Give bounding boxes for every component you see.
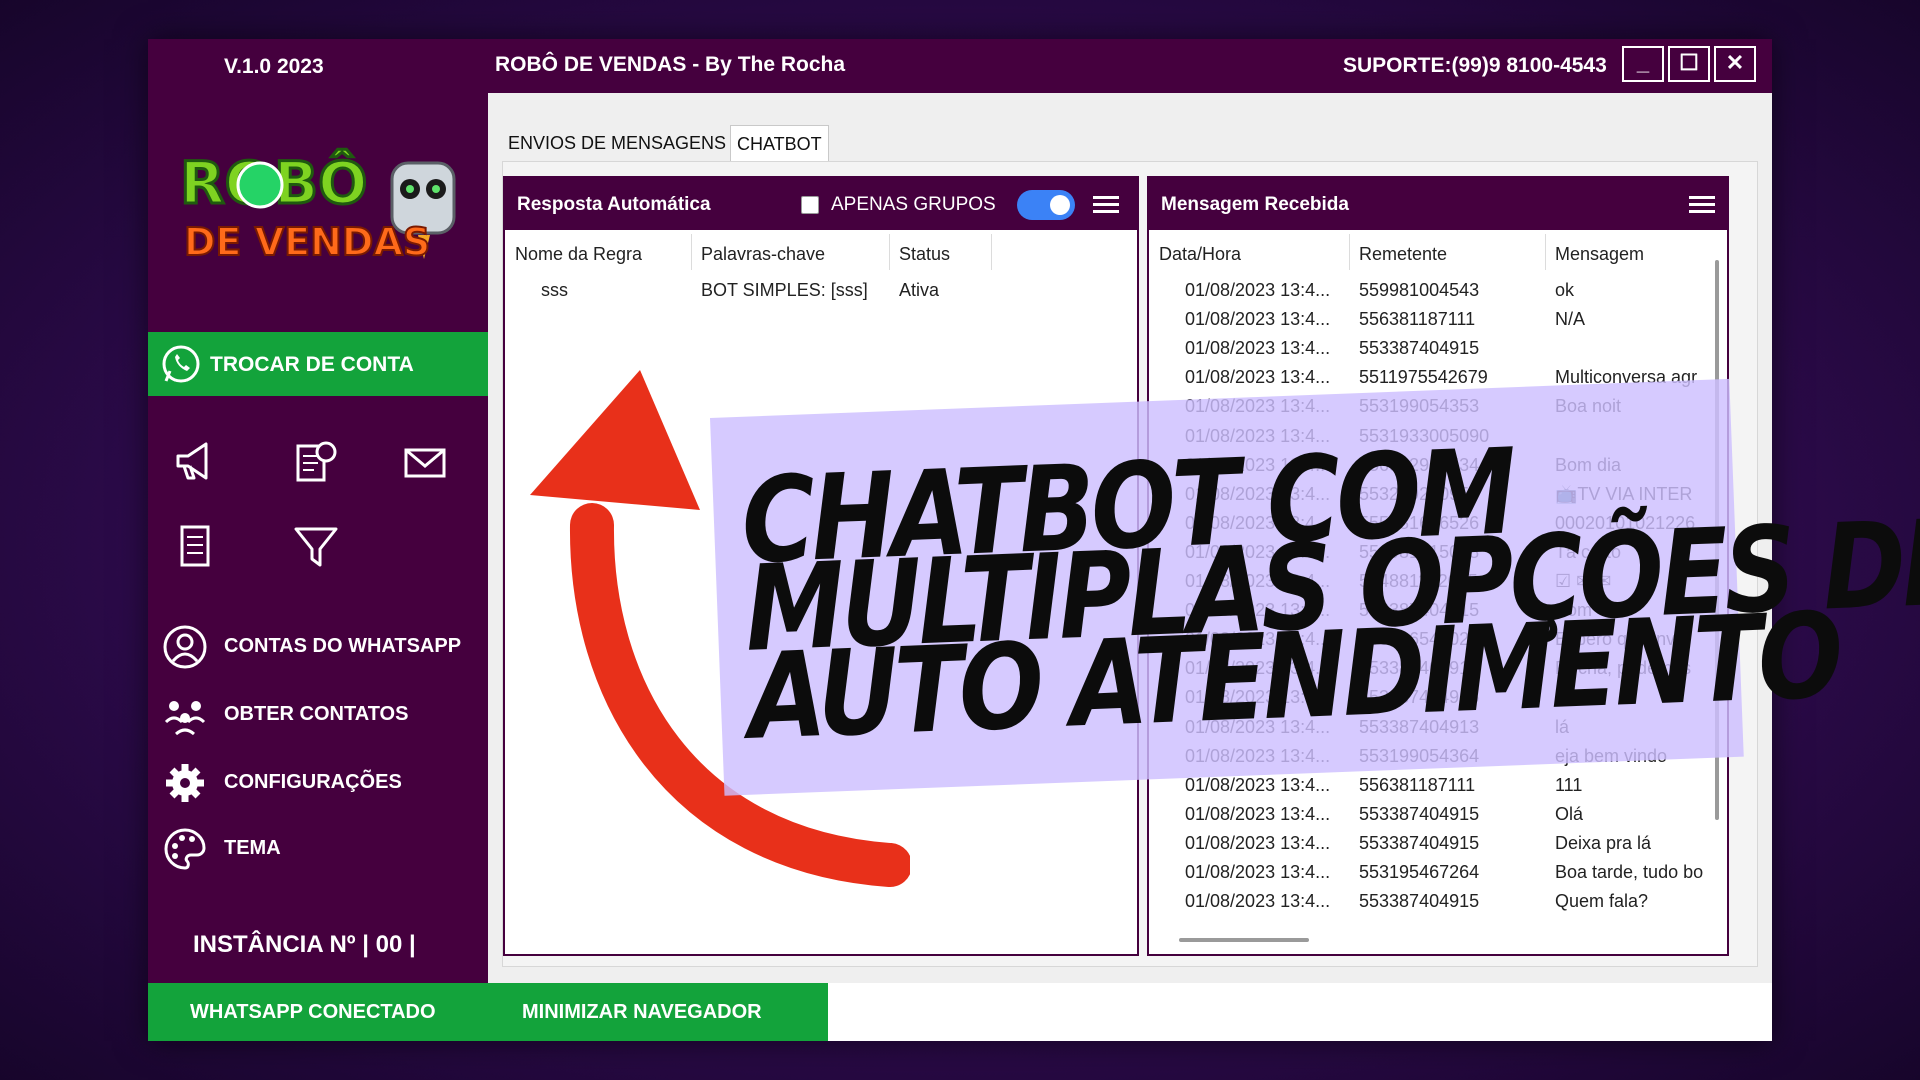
auto-reply-title: Resposta Automática (517, 194, 711, 215)
funnel-icon[interactable] (290, 521, 342, 573)
sender-cell: 559981004543 (1359, 280, 1480, 300)
svg-text:DE VENDAS: DE VENDAS (184, 220, 430, 264)
support-phone: SUPORTE:(99)9 8100-4543 (1343, 54, 1607, 77)
headline-line-3: AUTO ATENDIMENTO (746, 586, 1842, 767)
minimize-browser-button[interactable]: MINIMIZAR NAVEGADOR (522, 1001, 762, 1024)
table-row[interactable]: 01/08/2023 13:4...555481646526Olá, como … (1149, 916, 1711, 918)
app-title: ROBÔ DE VENDAS - By The Rocha (495, 53, 846, 76)
horizontal-scrollbar[interactable] (1179, 938, 1309, 942)
datetime-cell: 01/08/2023 13:4... (1185, 338, 1331, 359)
datetime-cell: 01/08/2023 13:4... (1185, 891, 1331, 912)
datetime-cell: 01/08/2023 13:4... (1185, 832, 1331, 853)
message-cell: Boa tarde, tudo bo (1555, 862, 1703, 882)
version-label: V.1.0 2023 (224, 55, 324, 78)
auto-reply-toggle[interactable] (1017, 190, 1075, 220)
instance-label: INSTÂNCIA Nº | 00 | (193, 931, 416, 958)
keywords-cell: BOT SIMPLES: [sss] (701, 280, 868, 300)
sidebar: ROBÔ DE VENDAS TROCAR DE CONTA (148, 93, 488, 983)
sender-cell: 553387404915 (1359, 891, 1480, 912)
menu-label: CONTAS DO WHATSAPP (224, 635, 462, 657)
column-header[interactable]: Nome da Regra (515, 244, 642, 265)
column-header[interactable]: Status (899, 244, 950, 265)
menu-label: CONFIGURAÇÕES (224, 771, 402, 793)
contacts-icon (164, 701, 206, 736)
switch-account-label: TROCAR DE CONTA (210, 353, 414, 376)
auto-reply-menu-icon[interactable] (1093, 196, 1119, 214)
document-icon[interactable] (170, 521, 222, 573)
auto-reply-header: Resposta Automática APENAS GRUPOS (505, 178, 1137, 230)
message-cell: ok (1555, 280, 1575, 300)
only-groups-checkbox[interactable] (801, 196, 819, 214)
whatsapp-icon (162, 345, 200, 383)
datetime-cell: 01/08/2023 13:4... (1185, 280, 1331, 300)
table-row[interactable]: 01/08/2023 13:4... 553387404915 Quem fala? (1149, 887, 1711, 916)
table-row[interactable]: 01/08/2023 13:4... 553195467264 Boa tarde,… (1149, 858, 1711, 887)
megaphone-icon[interactable] (170, 436, 222, 488)
message-cell: Quem fala? (1555, 891, 1649, 912)
status-cell: Ativa (899, 280, 940, 300)
promo-headline: CHATBOT COM MULTIPLAS OPÇÕES DE AUTO ATE… (739, 423, 1920, 766)
maximize-button[interactable]: ☐ (1668, 46, 1710, 82)
message-cell: Olá (1555, 803, 1584, 824)
title-bar: V.1.0 2023 ROBÔ DE VENDAS - By The Rocha… (148, 39, 1772, 93)
close-button[interactable]: ✕ (1714, 46, 1756, 82)
datetime-cell: 01/08/2023 13:4... (1185, 774, 1331, 795)
table-row[interactable]: 01/08/2023 13:4... 556381187111 N/A (1149, 305, 1711, 334)
datetime-cell: 01/08/2023 13:4... (1185, 367, 1331, 388)
palette-icon (164, 828, 206, 870)
robo-de-vendas-logo: ROBÔ DE VENDAS (179, 147, 456, 265)
tab-message-sending[interactable]: ENVIOS DE MENSAGENS (502, 125, 732, 161)
table-row[interactable]: 01/08/2023 13:4... 553387404915 Olá (1149, 800, 1711, 829)
table-row[interactable]: 01/08/2023 13:4... 553387404915 (1149, 334, 1711, 363)
message-cell: N/A (1555, 309, 1586, 330)
menu-label: OBTER CONTATOS (224, 703, 409, 725)
switch-account-button[interactable]: TROCAR DE CONTA (148, 332, 488, 396)
datetime-cell: 01/08/2023 13:4... (1185, 803, 1331, 824)
message-cell: Deixa pra lá (1555, 832, 1652, 853)
sender-cell: 553387404915 (1359, 803, 1480, 824)
column-header[interactable]: Palavras-chave (701, 244, 825, 265)
toggle-knob (1050, 195, 1070, 215)
rule-name-cell: sss (541, 280, 568, 300)
menu-label: TEMA (224, 837, 281, 859)
table-row[interactable]: 01/08/2023 13:4... 559981004543 ok (1149, 276, 1711, 305)
status-bar: WHATSAPP CONECTADO MINIMIZAR NAVEGADOR (148, 983, 828, 1041)
sender-cell: 553387404915 (1359, 338, 1480, 359)
table-row[interactable]: sss BOT SIMPLES: [sss] Ativa (505, 276, 1135, 305)
user-icon (163, 625, 207, 669)
message-cell: 111 (1555, 774, 1583, 795)
datetime-cell: 01/08/2023 13:4... (1185, 309, 1331, 330)
auto-reply-column-headers: Nome da Regra Palavras-chave Status (505, 230, 1137, 274)
sender-cell: 556381187111 (1359, 774, 1476, 795)
only-groups-label: APENAS GRUPOS (831, 194, 996, 215)
mail-icon[interactable] (400, 436, 452, 488)
sender-cell: 5511975542679 (1359, 367, 1488, 388)
whatsapp-connected-status: WHATSAPP CONECTADO (190, 1001, 436, 1023)
report-icon[interactable] (290, 436, 342, 488)
minimize-button[interactable]: _ (1622, 46, 1664, 82)
sender-cell: 556381187111 (1359, 309, 1476, 330)
datetime-cell: 01/08/2023 13:4... (1185, 862, 1331, 882)
tab-chatbot[interactable]: CHATBOT (730, 125, 829, 161)
sender-cell: 553195467264 (1359, 862, 1480, 882)
gear-icon (166, 764, 204, 802)
table-row[interactable]: 01/08/2023 13:4... 553387404915 Deixa pra … (1149, 829, 1711, 858)
sender-cell: 553387404915 (1359, 832, 1480, 853)
